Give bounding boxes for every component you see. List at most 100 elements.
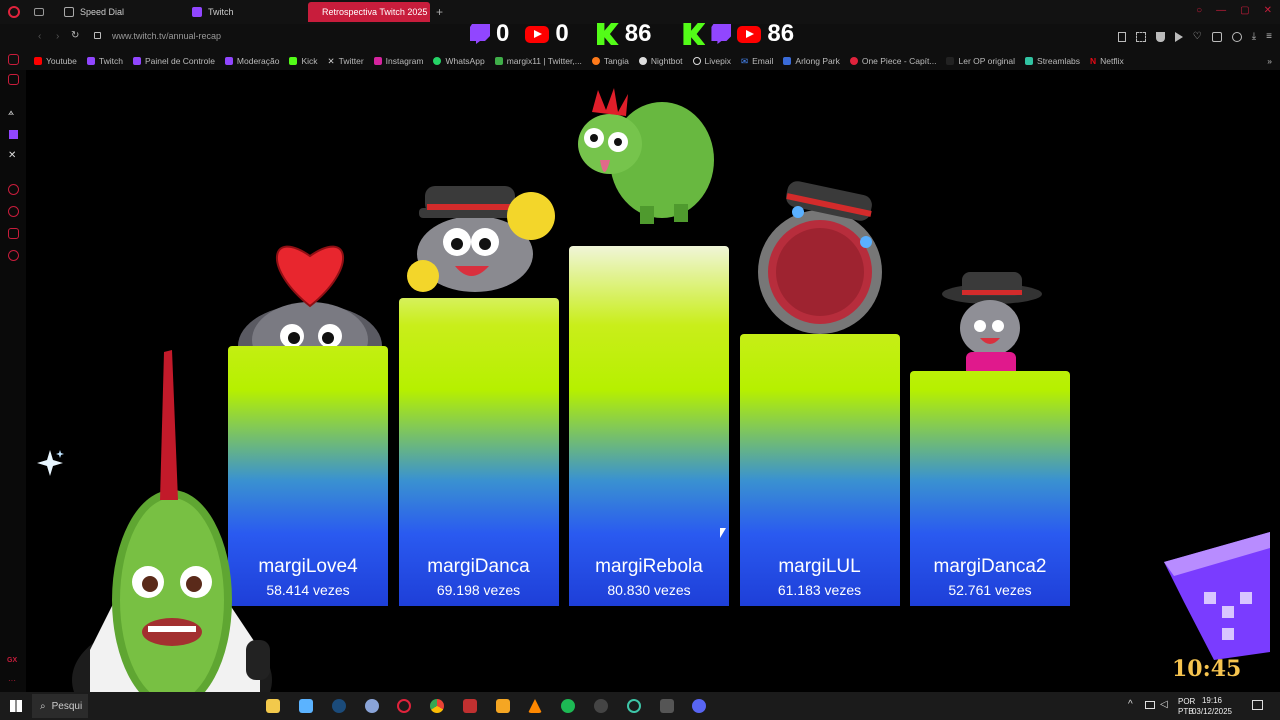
- youtube-logo-icon: [737, 25, 762, 43]
- settings-icon[interactable]: [8, 250, 19, 261]
- extensions-sidebar-icon[interactable]: [8, 228, 19, 239]
- heart-icon[interactable]: ♡: [1193, 32, 1202, 42]
- close-icon[interactable]: ✕: [1264, 5, 1272, 16]
- search-tabs-icon[interactable]: ○: [1196, 5, 1202, 16]
- twitch-sidebar-icon[interactable]: [9, 130, 18, 139]
- opera-gx-icon[interactable]: [397, 699, 411, 713]
- taskbar-search[interactable]: ⌕ Pesqui: [32, 694, 88, 718]
- download-icon[interactable]: ⤓: [1252, 32, 1256, 42]
- bookmark-instagram[interactable]: Instagram: [373, 56, 423, 66]
- bookmark-tangia[interactable]: Tangia: [591, 56, 629, 66]
- kick-count: 86: [624, 20, 652, 47]
- bookmark-onepiece[interactable]: One Piece - Capít...: [849, 56, 936, 66]
- back-icon[interactable]: ‹: [38, 31, 41, 42]
- bookmark-moderacao[interactable]: Moderação: [224, 56, 280, 66]
- play-icon[interactable]: [1174, 32, 1183, 42]
- dino-emote: [570, 88, 720, 228]
- player-icon[interactable]: [8, 184, 19, 195]
- kick-logo-icon: [596, 23, 619, 45]
- url-field[interactable]: www.twitch.tv/annual-recap: [112, 31, 221, 41]
- bookmark-label: Moderação: [236, 56, 280, 66]
- history-icon[interactable]: [8, 206, 19, 217]
- app-icon[interactable]: [299, 699, 313, 713]
- app-icon[interactable]: [660, 699, 674, 713]
- notification-icon[interactable]: [1252, 700, 1263, 710]
- tray-chevron-icon[interactable]: ^: [1128, 699, 1133, 710]
- bookmark-painel[interactable]: Painel de Controle: [132, 56, 215, 66]
- snapshot-icon[interactable]: [1135, 32, 1146, 42]
- discord-icon[interactable]: [692, 699, 706, 713]
- sparkle-icon: [36, 448, 66, 478]
- emote-bar: margiDanca2 52.761 vezes: [910, 371, 1070, 606]
- book-icon: [946, 57, 955, 65]
- x-sidebar-icon[interactable]: ✕: [8, 150, 16, 161]
- kick-sidebar-icon[interactable]: ⟑: [8, 107, 14, 118]
- stream-counters: 0 0 86 86: [470, 20, 794, 48]
- extensions-icon[interactable]: [1211, 32, 1222, 42]
- tab-twitch[interactable]: Twitch: [184, 2, 308, 22]
- obs-icon[interactable]: [594, 699, 608, 713]
- network-icon[interactable]: [1145, 701, 1155, 709]
- bookmark-arlong[interactable]: Arlong Park: [783, 56, 840, 66]
- gx-icon[interactable]: GX: [7, 657, 17, 664]
- opera-logo-icon[interactable]: [8, 6, 20, 18]
- spotify-icon[interactable]: [561, 699, 575, 713]
- more-sidebar-icon[interactable]: ···: [8, 676, 16, 685]
- mail-icon: ✉: [741, 55, 749, 66]
- bookmark-twitch[interactable]: Twitch: [86, 56, 123, 66]
- bookmark-ler-op[interactable]: Ler OP original: [946, 56, 1015, 66]
- voicemeeter-icon[interactable]: [463, 699, 477, 713]
- chrome-icon[interactable]: [430, 699, 444, 713]
- twitch-icon: [192, 7, 202, 17]
- emote-name: margiDanca: [427, 556, 530, 577]
- new-tab-button[interactable]: +: [436, 5, 443, 19]
- bookmark-label: margix11 | Twitter,...: [506, 56, 582, 66]
- total-count: 86: [767, 20, 795, 47]
- bookmark-kick[interactable]: Kick: [289, 56, 318, 66]
- bookmark-label: WhatsApp: [445, 56, 485, 66]
- toolbar-icons: ♡ ⤓ ≡: [1117, 32, 1272, 42]
- mouse-cursor: [720, 528, 726, 538]
- forward-icon[interactable]: ›: [56, 31, 59, 42]
- sidebar: ⟑ ✕ GX ···: [0, 54, 26, 692]
- system-clock[interactable]: 19:16 03/12/2025: [1192, 695, 1232, 717]
- profile-icon[interactable]: [1231, 32, 1242, 42]
- steam-icon[interactable]: [332, 699, 346, 713]
- window-controls: ○ — ▢ ✕: [1196, 5, 1272, 16]
- minimize-icon[interactable]: —: [1216, 5, 1226, 16]
- bookmark-twitter[interactable]: ✕ Twitter: [328, 56, 364, 67]
- bookmark-livepix[interactable]: Livepix: [692, 56, 731, 66]
- file-explorer-icon[interactable]: [266, 699, 280, 713]
- kick-logo-icon: [683, 23, 706, 45]
- messenger-icon[interactable]: [8, 74, 19, 85]
- app-icon[interactable]: [365, 699, 379, 713]
- maximize-icon[interactable]: ▢: [1240, 5, 1249, 16]
- tab-menu-icon[interactable]: [34, 8, 44, 16]
- tab-speed-dial[interactable]: Speed Dial: [56, 2, 184, 22]
- whatsapp-icon: [433, 57, 442, 65]
- reload-icon[interactable]: ↻: [71, 30, 79, 41]
- purple-box-decoration: [1164, 532, 1270, 660]
- music-icon[interactable]: [8, 54, 19, 65]
- bookmark-nightbot[interactable]: Nightbot: [638, 56, 683, 66]
- menu-icon[interactable]: ≡: [1266, 32, 1272, 42]
- onepiece-icon: [849, 57, 858, 65]
- bookmark-netflix[interactable]: N Netflix: [1090, 56, 1124, 66]
- app-icon[interactable]: [627, 699, 641, 713]
- bookmark-margix[interactable]: margix11 | Twitter,...: [494, 56, 582, 66]
- bookmark-icon[interactable]: [1117, 32, 1126, 42]
- arlong-icon: [783, 57, 792, 65]
- vlc-icon[interactable]: [528, 699, 542, 713]
- volume-icon[interactable]: ◁: [1160, 699, 1168, 710]
- bookmark-email[interactable]: ✉ Email: [741, 56, 773, 67]
- bookmark-youtube[interactable]: Youtube: [34, 56, 77, 66]
- x-icon: ✕: [327, 55, 335, 66]
- windows-start-icon[interactable]: [10, 700, 22, 712]
- tab-retrospectiva[interactable]: Retrospectiva Twitch 2025: [308, 2, 430, 22]
- bookmark-streamlabs[interactable]: Streamlabs: [1025, 56, 1080, 66]
- bookmark-whatsapp[interactable]: WhatsApp: [433, 56, 485, 66]
- twitch-icon: [86, 57, 95, 65]
- more-bookmarks-icon[interactable]: »: [1267, 56, 1272, 66]
- media-icon[interactable]: [496, 699, 510, 713]
- shield-icon[interactable]: [1155, 32, 1165, 42]
